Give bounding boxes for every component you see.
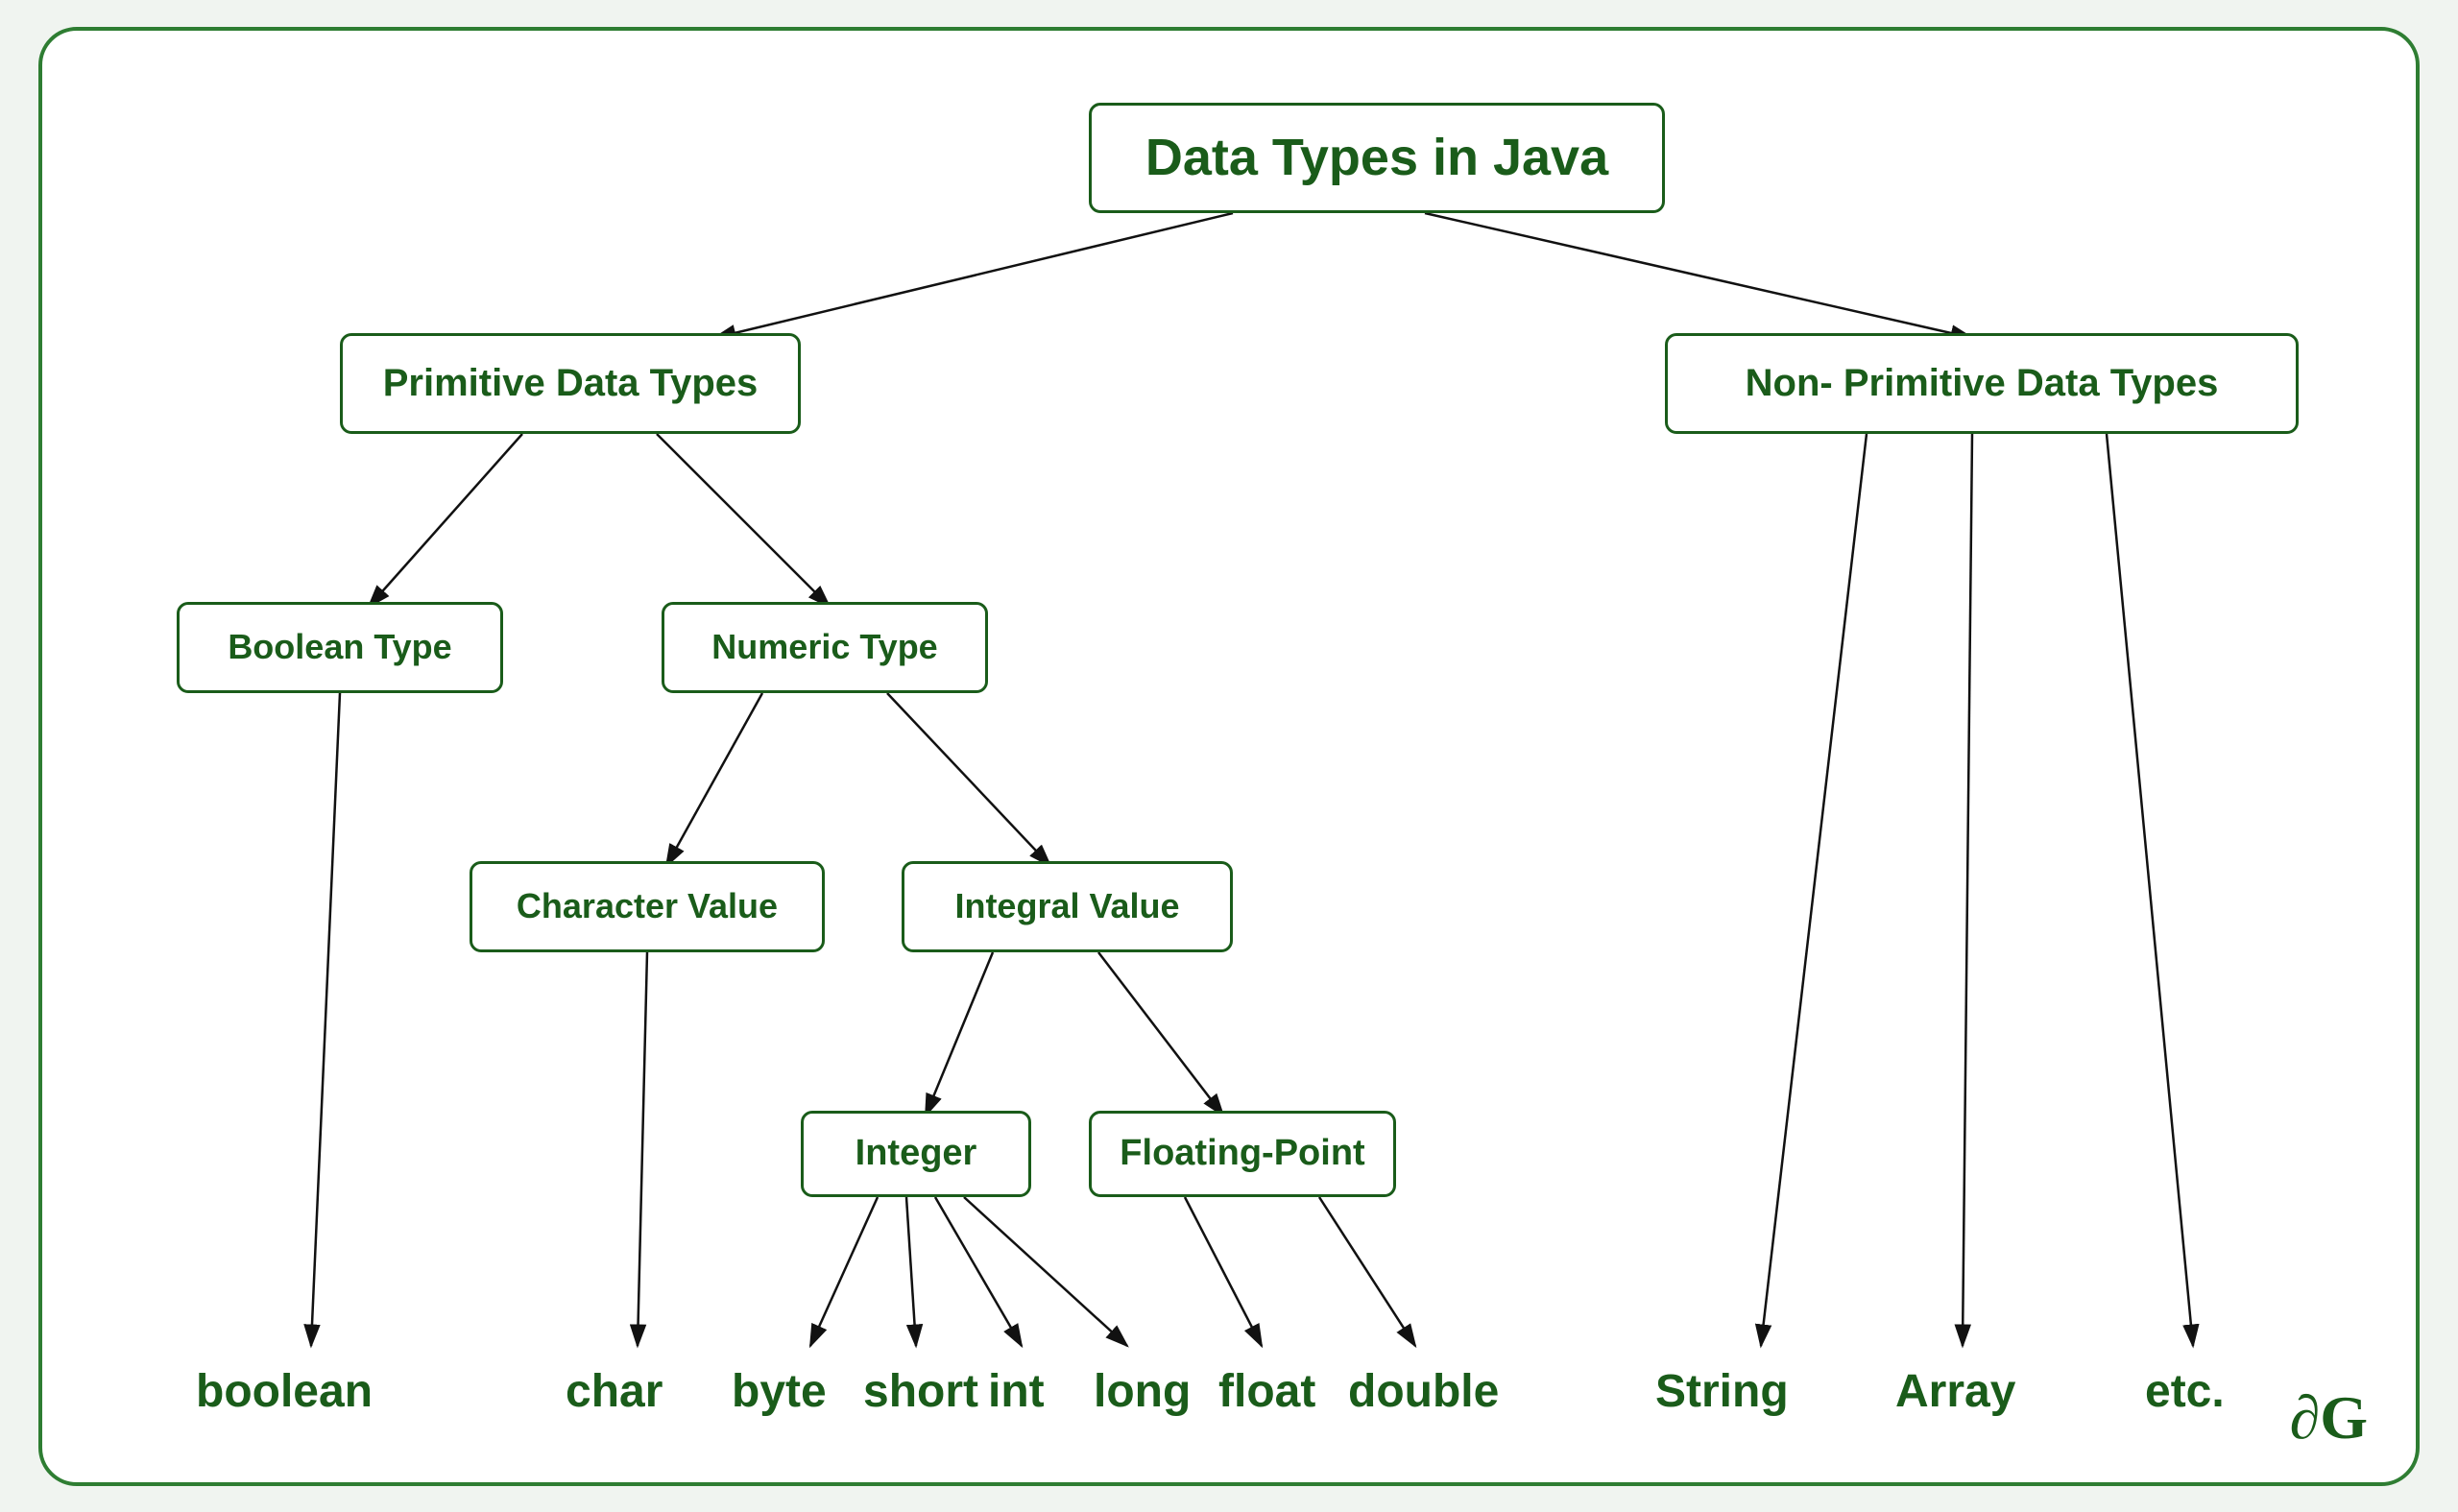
- long-leaf: long: [1094, 1365, 1191, 1418]
- array-leaf: Array: [1895, 1365, 2015, 1418]
- short-leaf: short: [863, 1365, 978, 1418]
- etc-leaf: etc.: [2145, 1365, 2225, 1418]
- integral-value-node: Integral Value: [902, 861, 1233, 952]
- character-value-node: Character Value: [470, 861, 825, 952]
- byte-leaf: byte: [732, 1365, 827, 1418]
- diagram-container: Data Types in Java Primitive Data Types …: [38, 27, 2420, 1486]
- int-leaf: int: [988, 1365, 1045, 1418]
- boolean-leaf: boolean: [196, 1365, 373, 1418]
- root-node: Data Types in Java: [1089, 103, 1665, 213]
- numeric-type-node: Numeric Type: [662, 602, 988, 693]
- non-primitive-node: Non- Primitive Data Types: [1665, 333, 2299, 434]
- boolean-type-node: Boolean Type: [177, 602, 503, 693]
- gfg-logo: ∂G: [2290, 1382, 2368, 1453]
- floating-point-node: Floating-Point: [1089, 1111, 1396, 1197]
- primitive-node: Primitive Data Types: [340, 333, 801, 434]
- string-leaf: String: [1655, 1365, 1789, 1418]
- char-leaf: char: [566, 1365, 663, 1418]
- integer-node: Integer: [801, 1111, 1031, 1197]
- connector-lines: [42, 31, 2416, 1482]
- double-leaf: double: [1348, 1365, 1499, 1418]
- float-leaf: float: [1218, 1365, 1315, 1418]
